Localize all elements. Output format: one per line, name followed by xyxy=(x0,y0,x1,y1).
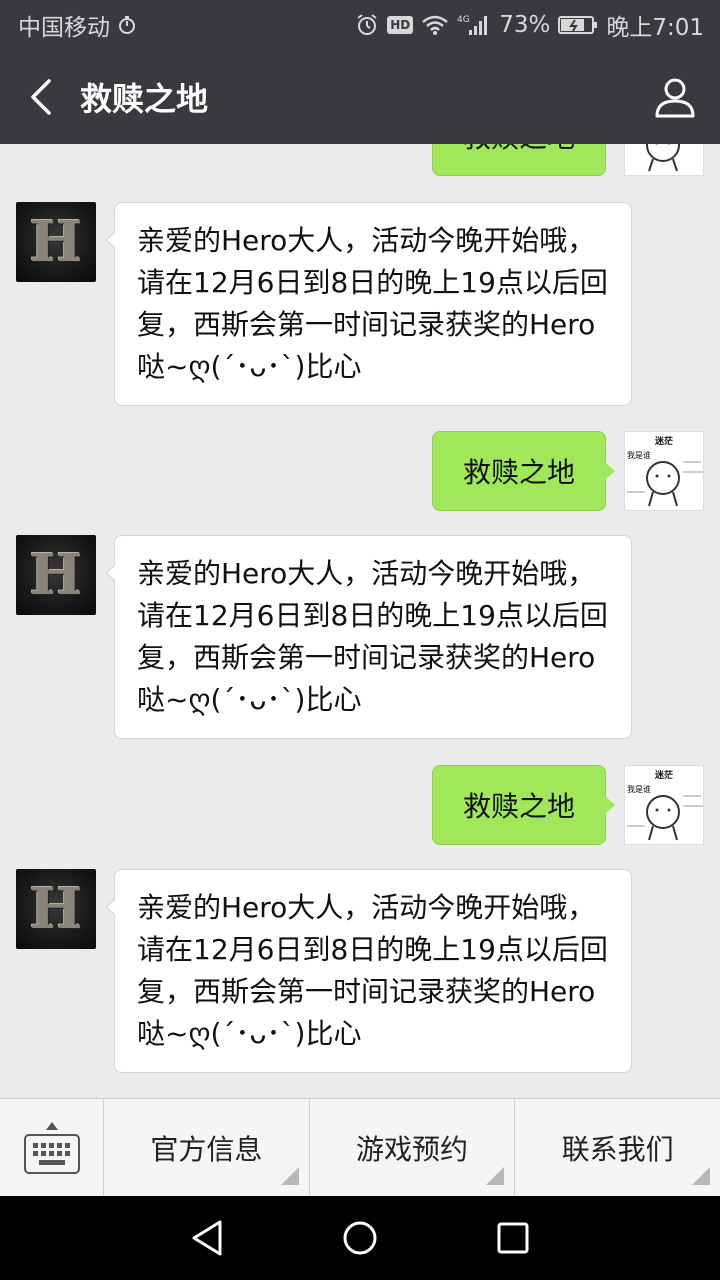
chevron-left-icon xyxy=(31,79,51,115)
bot-avatar[interactable]: H xyxy=(16,202,96,282)
keyboard-toggle-button[interactable] xyxy=(0,1099,104,1197)
clock-time: 晚上7:01 xyxy=(606,15,704,41)
message-row-user: 救赎之地 迷茫 我是谁 xyxy=(0,765,720,847)
submenu-corner-icon xyxy=(486,1167,505,1185)
user-avatar[interactable]: 迷茫 我是谁 xyxy=(624,765,704,845)
profile-button[interactable] xyxy=(650,72,700,122)
menu-game-reservation[interactable]: 游戏预约 xyxy=(310,1099,516,1197)
message-text: 亲爱的Hero大人，活动今晚开始哦，请在12月6日到8日的晚上19点以后回复，西… xyxy=(137,891,608,1050)
wechat-chat-screen: 中国移动 HD 4G 73% 晚上7:01 救赎之地 H 亲爱的Hero大人，活… xyxy=(0,0,720,1280)
user-message-bubble[interactable]: 救赎之地 xyxy=(432,431,615,511)
system-navigation-bar xyxy=(0,1196,720,1280)
user-avatar[interactable]: 迷茫 我是谁 xyxy=(624,431,704,511)
caret-up-icon xyxy=(45,1122,58,1130)
bot-message-bubble[interactable]: 亲爱的Hero大人，活动今晚开始哦，请在12月6日到8日的晚上19点以后回复，西… xyxy=(105,202,632,406)
triangle-back-icon xyxy=(192,1220,222,1256)
menu-label: 官方信息 xyxy=(150,1133,263,1166)
bot-message-bubble[interactable]: 亲爱的Hero大人，活动今晚开始哦，请在12月6日到8日的晚上19点以后回复，西… xyxy=(105,535,632,739)
message-text: 亲爱的Hero大人，活动今晚开始哦，请在12月6日到8日的晚上19点以后回复，西… xyxy=(137,557,608,716)
bot-avatar[interactable]: H xyxy=(16,869,96,949)
svg-text:我是谁: 我是谁 xyxy=(627,784,651,794)
user-message-bubble[interactable]: 救赎之地 xyxy=(432,144,615,176)
person-icon xyxy=(655,78,695,118)
signal-icon: 4G xyxy=(457,13,491,37)
alarm-icon xyxy=(355,13,379,37)
bot-message-bubble[interactable]: 亲爱的Hero大人，活动今晚开始哦，请在12月6日到8日的晚上19点以后回复，西… xyxy=(105,869,632,1073)
system-home-button[interactable] xyxy=(330,1208,390,1268)
status-bar: 中国移动 HD 4G 73% 晚上7:01 xyxy=(0,0,720,50)
hd-icon: HD xyxy=(387,16,414,34)
menu-label: 联系我们 xyxy=(561,1133,674,1166)
user-avatar[interactable] xyxy=(624,144,704,176)
network-type-label: 4G xyxy=(457,15,470,25)
message-row-bot: H 亲爱的Hero大人，活动今晚开始哦，请在12月6日到8日的晚上19点以后回复… xyxy=(0,535,720,739)
message-text: 救赎之地 xyxy=(462,790,575,823)
chat-title: 救赎之地 xyxy=(80,80,209,118)
system-recents-button[interactable] xyxy=(483,1208,543,1268)
wifi-icon xyxy=(421,14,449,36)
message-text: 亲爱的Hero大人，活动今晚开始哦，请在12月6日到8日的晚上19点以后回复，西… xyxy=(137,224,608,383)
message-row-bot: H 亲爱的Hero大人，活动今晚开始哦，请在12月6日到8日的晚上19点以后回复… xyxy=(0,869,720,1073)
stopwatch-icon xyxy=(118,15,136,35)
chat-header: 救赎之地 xyxy=(0,50,720,144)
message-row-bot: H 亲爱的Hero大人，活动今晚开始哦，请在12月6日到8日的晚上19点以后回复… xyxy=(0,202,720,406)
custom-menu-bar: 官方信息 游戏预约 联系我们 xyxy=(0,1098,720,1197)
svg-text:迷茫: 迷茫 xyxy=(654,435,673,447)
svg-text:我是谁: 我是谁 xyxy=(627,450,651,460)
message-text: 救赎之地 xyxy=(462,456,575,489)
message-list[interactable]: 救赎之地 H 亲爱的Hero大人，活动今晚开始哦，请在12月6日到8日的晚上19… xyxy=(0,144,720,1098)
circle-home-icon xyxy=(343,1221,377,1255)
user-message-bubble[interactable]: 救赎之地 xyxy=(432,765,615,845)
system-back-button[interactable] xyxy=(177,1208,237,1268)
message-row-user: 救赎之地 xyxy=(0,144,720,178)
square-recents-icon xyxy=(497,1222,529,1254)
carrier-label: 中国移动 xyxy=(18,15,110,41)
message-text: 救赎之地 xyxy=(463,144,575,156)
menu-label: 游戏预约 xyxy=(356,1133,469,1166)
back-button[interactable] xyxy=(6,50,76,144)
menu-contact-us[interactable]: 联系我们 xyxy=(515,1099,720,1197)
battery-charging-icon xyxy=(558,15,598,35)
battery-percent: 73% xyxy=(499,12,551,38)
bot-avatar[interactable]: H xyxy=(16,535,96,615)
svg-text:迷茫: 迷茫 xyxy=(654,769,673,781)
submenu-corner-icon xyxy=(692,1167,711,1185)
message-row-user: 救赎之地 迷茫 我是谁 xyxy=(0,431,720,513)
submenu-corner-icon xyxy=(280,1167,299,1185)
menu-official-info[interactable]: 官方信息 xyxy=(104,1099,310,1197)
keyboard-icon xyxy=(23,1134,80,1174)
